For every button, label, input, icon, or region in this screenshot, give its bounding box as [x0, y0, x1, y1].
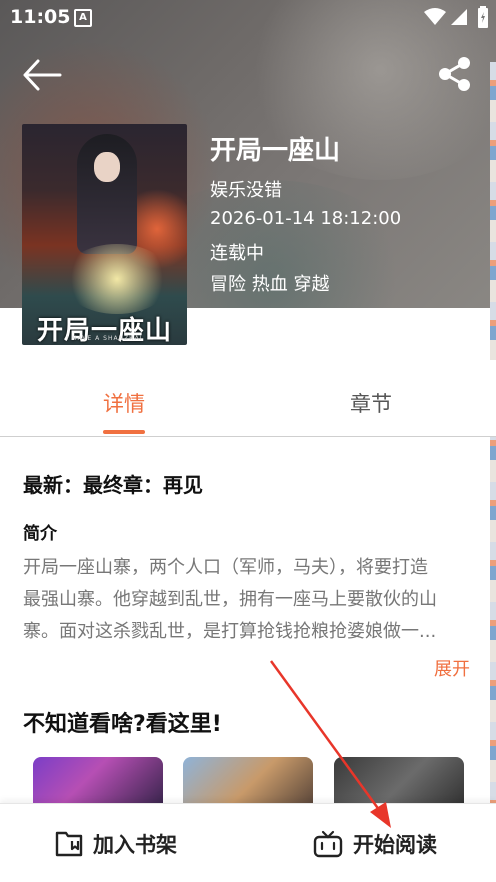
- add-to-shelf-label: 加入书架: [93, 833, 177, 857]
- tab-indicator: [103, 430, 145, 434]
- book-updated: 2026-01-14 18:12:00: [210, 208, 402, 229]
- status-time: 11:05: [10, 6, 71, 28]
- wifi-icon: [424, 8, 446, 25]
- back-arrow-icon[interactable]: [22, 58, 62, 92]
- cover-art: [62, 244, 172, 314]
- start-reading-button[interactable]: 开始阅读: [313, 828, 437, 860]
- intro-heading: 简介: [23, 524, 57, 544]
- book-cover[interactable]: 开局一座山 I HAVE A SHANZHAI: [22, 124, 187, 345]
- latest-chapter[interactable]: 最新：最终章：再见: [23, 469, 203, 498]
- book-title: 开局一座山: [210, 136, 341, 166]
- add-to-shelf-button[interactable]: 加入书架: [55, 828, 177, 860]
- bookshelf-icon: [55, 831, 83, 857]
- expand-button[interactable]: 展开: [434, 655, 470, 681]
- tab-bar: 详情 章节: [0, 360, 496, 437]
- bottom-action-bar: 加入书架 开始阅读: [0, 803, 496, 882]
- book-status: 连载中: [210, 243, 264, 264]
- cover-art: [94, 152, 120, 182]
- notification-a-icon: A: [74, 9, 92, 27]
- recommend-heading: 不知道看啥?看这里!: [23, 712, 222, 737]
- edge-strip: [490, 62, 496, 822]
- book-author: 娱乐没错: [210, 180, 282, 201]
- intro-line: 寨。面对这杀戮乱世，是打算抢钱抢粮抢婆娘做一...: [23, 621, 437, 642]
- tv-icon: [313, 830, 343, 858]
- tab-chapters[interactable]: 章节: [350, 388, 392, 418]
- intro-text: 开局一座山寨，两个人口（军师，马夫），将要打造 最强山寨。他穿越到乱世，拥有一座…: [23, 552, 473, 648]
- intro-line: 最强山寨。他穿越到乱世，拥有一座马上要散伙的山: [23, 589, 437, 610]
- signal-icon: [451, 9, 467, 25]
- cover-subtitle: I HAVE A SHANZHAI: [66, 335, 143, 342]
- tab-detail[interactable]: 详情: [103, 388, 145, 418]
- start-reading-label: 开始阅读: [353, 833, 437, 857]
- intro-line: 开局一座山寨，两个人口（军师，马夫），将要打造: [23, 557, 428, 578]
- book-tags: 冒险 热血 穿越: [210, 274, 330, 295]
- status-bar: 11:05 A: [0, 0, 496, 36]
- share-icon[interactable]: [438, 56, 472, 92]
- battery-icon: [478, 6, 488, 28]
